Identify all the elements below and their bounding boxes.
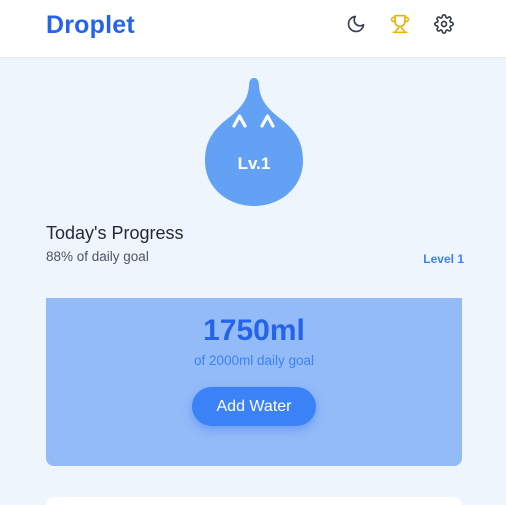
progress-title: Today's Progress xyxy=(46,223,184,243)
water-intake-card: 1750ml of 2000ml daily goal Add Water xyxy=(46,298,462,466)
moon-icon[interactable] xyxy=(345,13,367,35)
level-badge: Level 1 xyxy=(423,252,464,266)
daily-goal-text: of 2000ml daily goal xyxy=(193,353,315,368)
mascot-level-label: Lv.1 xyxy=(237,154,271,173)
droplet-icon xyxy=(205,78,303,206)
app-title: Droplet xyxy=(46,11,135,39)
gear-icon[interactable] xyxy=(433,13,455,35)
add-water-button[interactable]: Add Water xyxy=(192,387,316,426)
trophy-icon[interactable] xyxy=(389,13,411,35)
app-header: Droplet xyxy=(0,0,506,58)
progress-subtitle: 88% of daily goal xyxy=(46,249,149,264)
droplet-mascot[interactable]: Lv.1 xyxy=(204,75,304,207)
next-card xyxy=(46,497,462,505)
water-amount: 1750ml xyxy=(203,314,305,347)
